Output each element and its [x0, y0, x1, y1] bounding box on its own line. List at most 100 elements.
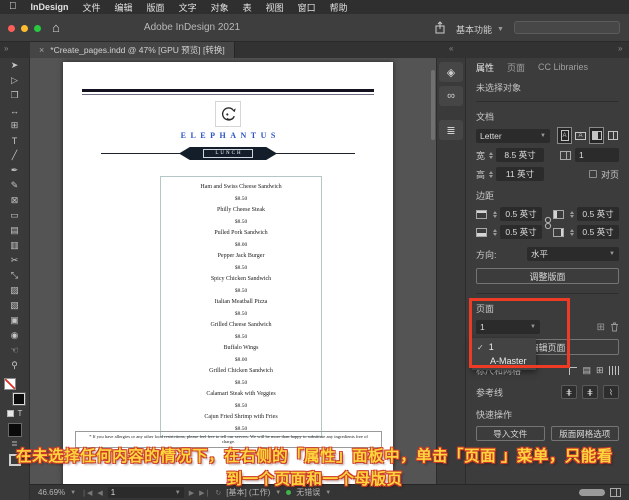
content-collector-tool[interactable]: ⊞ — [4, 118, 26, 133]
import-file-button[interactable]: 导入文件 — [476, 426, 545, 441]
next-page-button[interactable]: ▶ — [189, 489, 194, 497]
page-select-dropdown[interactable]: 1 ▼ — [476, 320, 540, 334]
formatting-affects-text-icon[interactable]: T — [18, 409, 23, 418]
scissors-tool[interactable]: ✂ — [4, 253, 26, 268]
document-canvas[interactable]: ELEPHANTUS LUNCH Ham and Swiss Cheese Sa… — [30, 58, 436, 484]
menubar-item[interactable]: 视图 — [266, 1, 284, 14]
tab-properties[interactable]: 属性 — [476, 61, 494, 74]
gap-tool[interactable]: ↔ — [4, 103, 26, 118]
pencil-tool[interactable]: ✎ — [4, 178, 26, 193]
layers-panel-icon[interactable]: ◈ — [439, 62, 463, 82]
direct-selection-tool[interactable]: ▷ — [4, 73, 26, 88]
type-tool[interactable]: T — [4, 133, 26, 148]
close-window-button[interactable] — [8, 25, 15, 32]
orientation-portrait-button[interactable]: A — [557, 127, 572, 144]
tab-cc-libraries[interactable]: CC Libraries — [538, 62, 588, 72]
document-grid-icon[interactable]: ⊞ — [596, 365, 604, 376]
margin-right-field[interactable]: 0.5 英寸 — [577, 225, 619, 239]
margin-bottom-field[interactable]: 0.5 英寸 — [500, 225, 542, 239]
menubar-item[interactable]: 对象 — [211, 1, 229, 14]
fill-stroke-swatches[interactable] — [3, 378, 26, 406]
rulers-icon[interactable] — [569, 366, 578, 375]
free-transform-tool[interactable]: ⤡ — [4, 268, 26, 283]
adjust-layout-button[interactable]: 调整版面 — [476, 268, 619, 284]
last-page-button[interactable]: ▶❘ — [199, 489, 210, 497]
binding-rtl-button[interactable] — [606, 128, 619, 143]
baseline-grid-icon[interactable]: ▤ — [582, 365, 591, 376]
page-tool[interactable]: ❐ — [4, 88, 26, 103]
direction-dropdown[interactable]: 水平 ▼ — [527, 247, 619, 261]
menubar-item[interactable]: 帮助 — [330, 1, 348, 14]
show-guides-icon[interactable]: ⋕ — [561, 385, 577, 399]
zoom-tool[interactable]: ⚲ — [4, 358, 26, 373]
minimize-window-button[interactable] — [21, 25, 28, 32]
close-tab-icon[interactable]: × — [39, 45, 44, 55]
zoom-window-button[interactable] — [34, 25, 41, 32]
panel-collapse-left-icon[interactable]: » — [4, 44, 8, 53]
page-size-dropdown[interactable]: Letter ▼ — [476, 128, 550, 143]
workspace-switcher[interactable]: 基本功能 ▼ — [456, 23, 504, 36]
menubar-item[interactable]: 文字 — [179, 1, 197, 14]
color-theme-tool[interactable]: ◉ — [4, 328, 26, 343]
menubar-item[interactable]: 窗口 — [298, 1, 316, 14]
link-margins-icon[interactable] — [542, 207, 553, 239]
apply-color-button[interactable] — [7, 423, 22, 437]
formatting-affects-container-icon[interactable] — [6, 409, 14, 417]
margin-top-field[interactable]: 0.5 英寸 — [500, 207, 542, 221]
delete-page-icon[interactable] — [610, 322, 619, 332]
frame-tool[interactable]: ⊠ — [4, 193, 26, 208]
binding-ltr-button[interactable] — [589, 127, 604, 144]
hand-tool[interactable]: ☜ — [4, 343, 26, 358]
smart-guides-icon[interactable]: ⌇ — [603, 385, 619, 399]
pages-count-field[interactable]: 1 — [575, 148, 619, 162]
previous-page-button[interactable]: ◀ — [97, 489, 102, 497]
column-grid-icon[interactable] — [608, 366, 619, 375]
stroke-panel-icon[interactable]: ≣ — [439, 120, 463, 140]
dock-collapse-icon[interactable]: « — [449, 44, 453, 53]
first-page-button[interactable]: ❘◀ — [81, 489, 92, 497]
gradient-feather-tool[interactable]: ▧ — [4, 298, 26, 313]
tab-pages[interactable]: 页面 — [507, 61, 525, 74]
menubar-item[interactable]: 表 — [243, 1, 252, 14]
height-field[interactable]: 11 英寸 — [496, 167, 545, 181]
chevron-down-icon[interactable]: ▼ — [275, 490, 281, 496]
share-icon[interactable] — [434, 21, 446, 34]
lock-guides-icon[interactable]: ⋕ — [582, 385, 598, 399]
layout-grid-options-button[interactable]: 版面网格选项 — [550, 426, 619, 441]
menu-option-a-master[interactable]: A-Master — [472, 354, 536, 368]
note-tool[interactable]: ▣ — [4, 313, 26, 328]
vertical-grid-tool[interactable]: ▥ — [4, 238, 26, 253]
pen-tool[interactable]: ✒ — [4, 163, 26, 178]
width-stepper[interactable] — [487, 151, 494, 159]
fill-none-swatch[interactable] — [3, 378, 16, 390]
rectangle-tool[interactable]: ▭ — [4, 208, 26, 223]
menubar-item[interactable]: 文件 — [83, 1, 101, 14]
chevron-down-icon[interactable]: ▼ — [325, 490, 331, 496]
spread-view-icon[interactable] — [610, 488, 621, 497]
gradient-tool[interactable]: ▨ — [4, 283, 26, 298]
margin-left-field[interactable]: 0.5 英寸 — [577, 207, 619, 221]
apple-menu-icon[interactable]:  — [9, 2, 17, 12]
panel-expand-icon[interactable]: » — [618, 44, 622, 53]
facing-pages-checkbox[interactable] — [588, 170, 597, 178]
home-icon[interactable]: ⌂ — [52, 20, 60, 35]
line-tool[interactable]: ╱ — [4, 148, 26, 163]
zoom-level[interactable]: 46.69% — [38, 488, 65, 497]
height-stepper[interactable] — [487, 170, 494, 178]
horizontal-scrollbar[interactable] — [579, 489, 605, 496]
app-menu[interactable]: InDesign — [31, 2, 69, 12]
stroke-color-swatch[interactable] — [11, 392, 26, 406]
menubar-item[interactable]: 版面 — [147, 1, 165, 14]
vertical-scrollbar[interactable] — [431, 70, 435, 140]
links-panel-icon[interactable]: ∞ — [439, 86, 463, 106]
chevron-down-icon[interactable]: ▼ — [70, 490, 76, 496]
orientation-landscape-button[interactable]: A — [574, 128, 587, 143]
selection-tool[interactable]: ➤ — [4, 58, 26, 73]
width-field[interactable]: 8.5 英寸 — [496, 148, 545, 162]
document-page[interactable]: ELEPHANTUS LUNCH Ham and Swiss Cheese Sa… — [63, 62, 393, 484]
search-input[interactable] — [514, 21, 620, 34]
menubar-item[interactable]: 编辑 — [115, 1, 133, 14]
menu-option-page1[interactable]: ✓ 1 — [472, 340, 536, 354]
horizontal-grid-tool[interactable]: ▤ — [4, 223, 26, 238]
document-tab[interactable]: × *Create_pages.indd @ 47% [GPU 预览] [转换] — [30, 42, 235, 58]
